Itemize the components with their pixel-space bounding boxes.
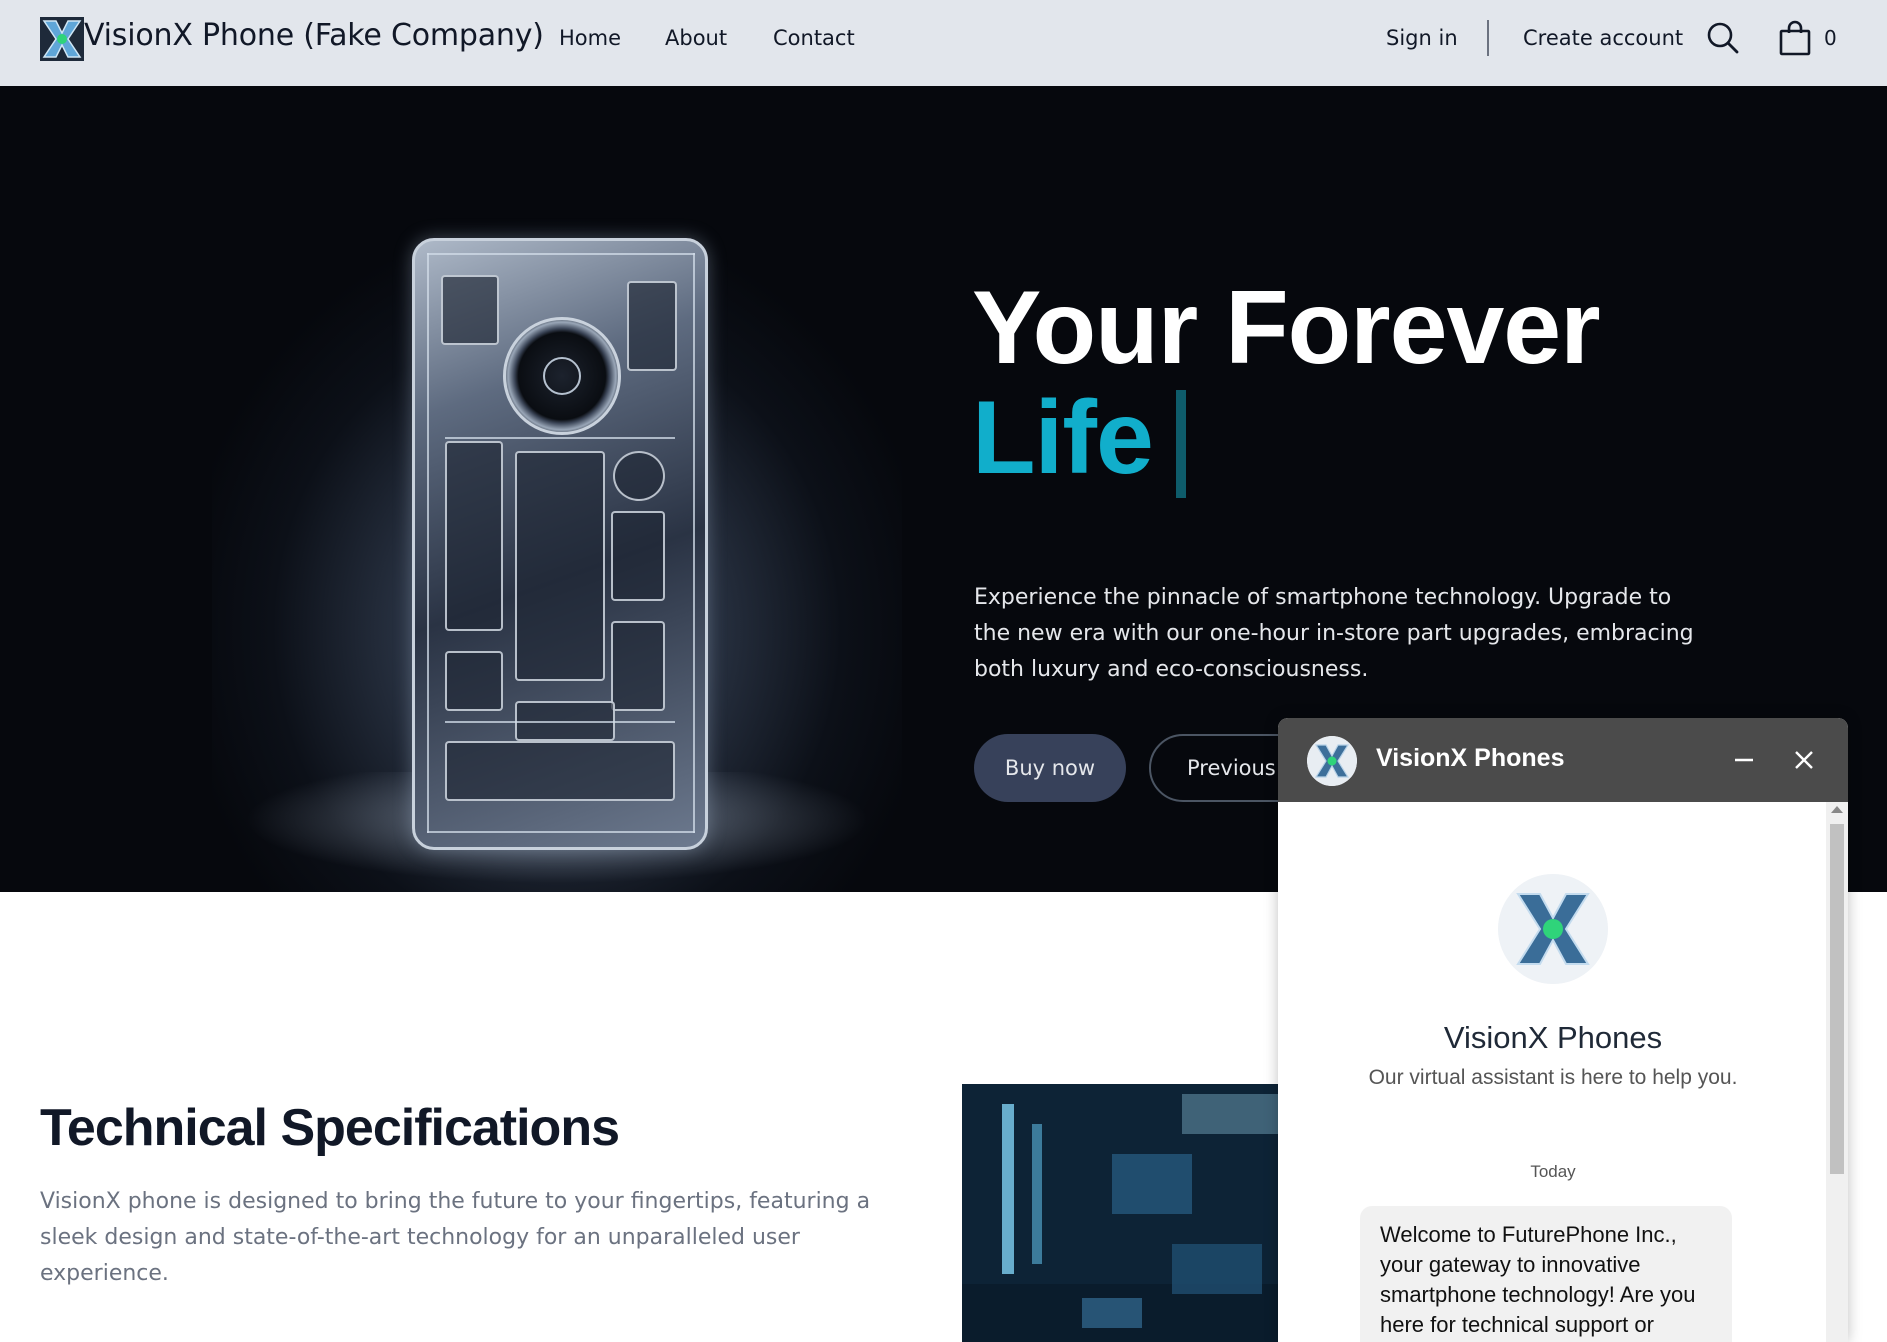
assistant-name: VisionX Phones [1443, 1020, 1663, 1055]
create-account-link[interactable]: Create account [1523, 26, 1683, 50]
chat-body: VisionX Phones Our virtual assistant is … [1278, 802, 1828, 1342]
cart-count: 0 [1824, 26, 1837, 50]
nav-about[interactable]: About [665, 26, 727, 50]
specs-title: Technical Specifications [40, 1099, 620, 1157]
hero-title-line2: Life [972, 380, 1154, 496]
specs-description: VisionX phone is designed to bring the f… [40, 1189, 871, 1286]
assistant-subtitle: Our virtual assistant is here to help yo… [1368, 1066, 1738, 1089]
assistant-avatar [1498, 874, 1608, 984]
hero-title-line1: Your Forever [972, 270, 1601, 386]
hero-description: Experience the pinnacle of smartphone te… [974, 585, 1694, 682]
camera-module [503, 317, 621, 435]
scroll-up-icon[interactable] [1831, 806, 1843, 813]
nav-home[interactable]: Home [559, 26, 621, 50]
minimize-icon[interactable] [1726, 742, 1762, 778]
chat-scrollbar[interactable] [1826, 802, 1848, 1342]
nav-divider [1487, 20, 1489, 56]
chat-header: VisionX Phones [1278, 718, 1848, 802]
date-separator: Today [1530, 1162, 1576, 1181]
search-icon[interactable] [1706, 20, 1740, 56]
chat-header-title: VisionX Phones [1376, 744, 1565, 772]
phone-illustration [412, 238, 708, 850]
top-navbar: VisionX Phone (Fake Company) Home About … [0, 0, 1887, 86]
scrollbar-thumb[interactable] [1830, 824, 1844, 1174]
nav-contact[interactable]: Contact [773, 26, 855, 50]
chat-widget: VisionX Phones VisionX Phones Our virtua… [1278, 718, 1848, 1342]
cart-icon[interactable] [1778, 19, 1812, 57]
hero-phone-image [212, 202, 902, 892]
sign-in-link[interactable]: Sign in [1386, 26, 1458, 50]
buy-now-button[interactable]: Buy now [974, 734, 1126, 802]
brand-name[interactable]: VisionX Phone (Fake Company) [84, 18, 544, 53]
typing-caret [1176, 390, 1186, 498]
specs-image [962, 1084, 1292, 1342]
logo-icon[interactable] [40, 17, 84, 61]
welcome-message: Welcome to FuturePhone Inc., your gatewa… [1360, 1206, 1732, 1342]
chat-header-avatar [1307, 736, 1357, 786]
close-icon[interactable] [1786, 742, 1822, 778]
